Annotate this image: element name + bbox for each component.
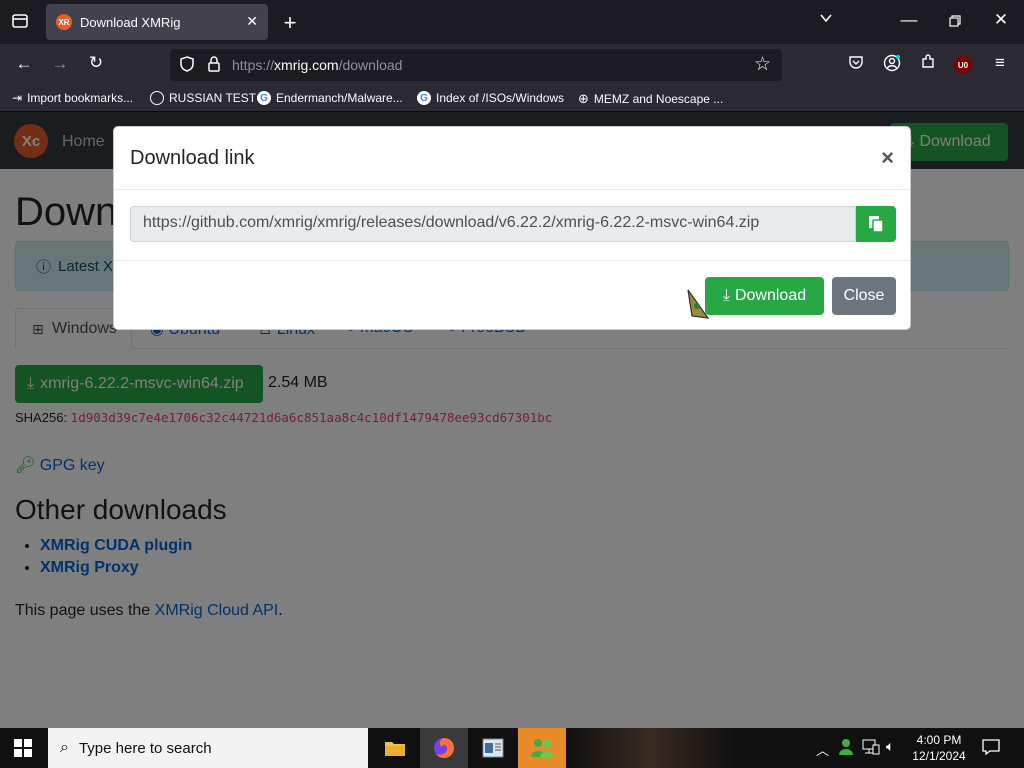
show-hidden-icons-chevron[interactable]: ︿ [816,740,829,759]
reload-icon[interactable]: ↻ [84,53,108,73]
close-window-icon[interactable]: ✕ [989,10,1013,30]
back-arrow-icon[interactable]: ← [12,54,36,74]
volume-icon[interactable]: 🔈︎ [886,738,894,755]
browser-tab-bar: XR Download XMRig ✕ + — ✕ [0,0,1024,44]
firefox-taskbar-icon[interactable] [420,728,468,768]
browser-tab-active[interactable]: XR Download XMRig ✕ [46,4,268,40]
modal-download-button[interactable]: ⤓ Download [705,277,824,315]
xmrig-favicon-icon: XR [56,14,72,30]
tab-overview-icon[interactable] [8,12,32,35]
ublock-origin-icon[interactable]: U0 [954,56,972,74]
new-tab-icon[interactable]: + [278,10,302,36]
modal-title: Download link [130,147,255,169]
modal-close-icon[interactable]: × [881,145,894,171]
pocket-icon[interactable] [844,54,868,75]
taskbar-wallpaper-peek [566,728,736,768]
people-tray-icon[interactable] [838,738,854,759]
taskbar-search[interactable]: ⌕ Type here to search [48,728,368,768]
import-icon: ⇥ [12,91,23,105]
download-link-field[interactable]: https://github.com/xmrig/xmrig/releases/… [130,206,856,242]
forward-arrow-icon[interactable]: → [48,54,72,74]
url-text: https://xmrig.com/download [232,57,403,73]
copy-link-button[interactable] [856,206,896,242]
windows-taskbar: ⌕ Type here to search ︿ 🔈︎ 4:00 PM 12/1/… [0,728,1024,768]
bookmark-isos-windows[interactable]: G Index of /ISOs/Windows [417,91,564,105]
bookmark-endermanch[interactable]: G Endermanch/Malware... [257,91,403,105]
bookmark-import[interactable]: ⇥ Import bookmarks... [12,91,133,105]
google-icon: G [417,91,431,105]
bookmark-russian-test[interactable]: RUSSIAN TEST [150,91,256,105]
modal-header-divider [114,189,910,190]
globe-icon: ⊕ [578,91,589,106]
restore-window-icon[interactable] [943,12,967,32]
file-explorer-icon[interactable] [371,728,419,768]
minimize-window-icon[interactable]: — [897,10,921,30]
q-icon [150,91,164,105]
modal-close-button[interactable]: Close [832,277,896,315]
browser-nav-bar: ← → ↻ https://xmrig.com/download ☆ U0 ≡ [0,44,1024,86]
bookmark-memz[interactable]: ⊕ MEMZ and Noescape ... [578,91,723,107]
close-tab-icon[interactable]: ✕ [246,13,258,30]
shield-icon[interactable] [178,55,196,76]
notifications-icon[interactable] [982,738,1000,759]
download-link-modal: Download link × https://github.com/xmrig… [113,126,911,330]
app-window-icon[interactable] [469,728,517,768]
download-icon: ⤓ [722,287,730,304]
extensions-puzzle-icon[interactable] [916,54,940,75]
google-icon: G [257,91,271,105]
modal-footer-divider [114,260,910,261]
search-icon: ⌕ [60,739,69,756]
url-bar[interactable]: https://xmrig.com/download ☆ [170,49,782,81]
copy-icon [868,215,884,238]
busy-cursor-icon [686,288,712,325]
windows-start-icon[interactable] [14,739,32,762]
network-icon[interactable] [862,739,880,758]
account-icon[interactable] [880,54,904,77]
bookmark-star-icon[interactable]: ☆ [754,53,771,76]
green-people-app-icon[interactable] [518,728,566,768]
system-clock[interactable]: 4:00 PM 12/1/2024 [908,732,970,764]
tab-title: Download XMRig [80,14,181,30]
bookmarks-toolbar: ⇥ Import bookmarks... RUSSIAN TEST G End… [0,86,1024,112]
hamburger-menu-icon[interactable]: ≡ [988,53,1012,73]
lock-icon[interactable] [206,55,222,76]
list-tabs-chevron-icon[interactable] [814,10,838,30]
